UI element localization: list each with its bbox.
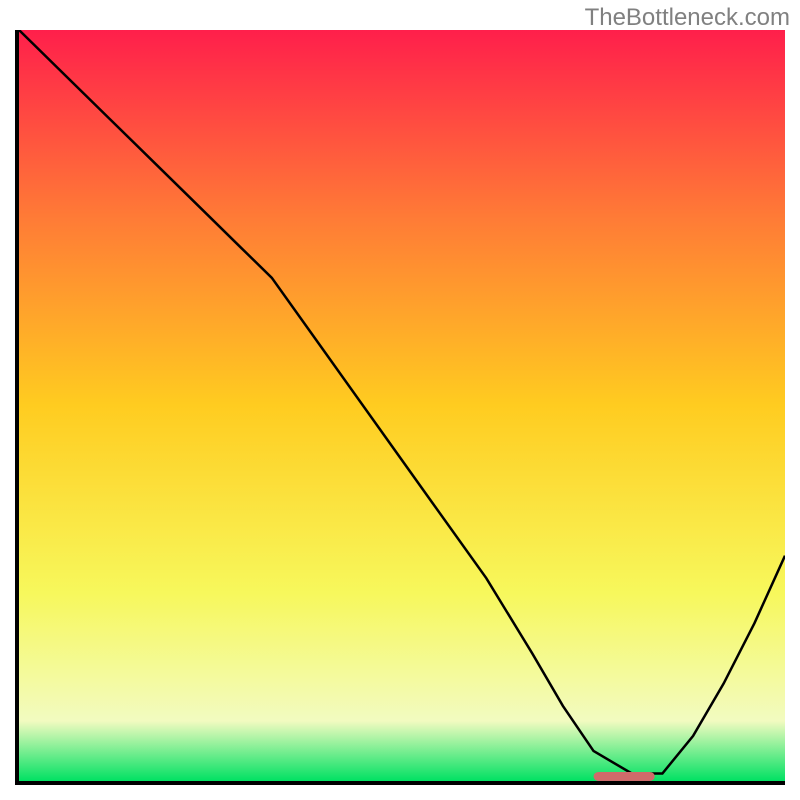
chart-container: TheBottleneck.com — [0, 0, 800, 800]
optimal-marker — [594, 772, 655, 781]
watermark-text: TheBottleneck.com — [585, 4, 790, 32]
bottleneck-chart — [15, 30, 785, 785]
